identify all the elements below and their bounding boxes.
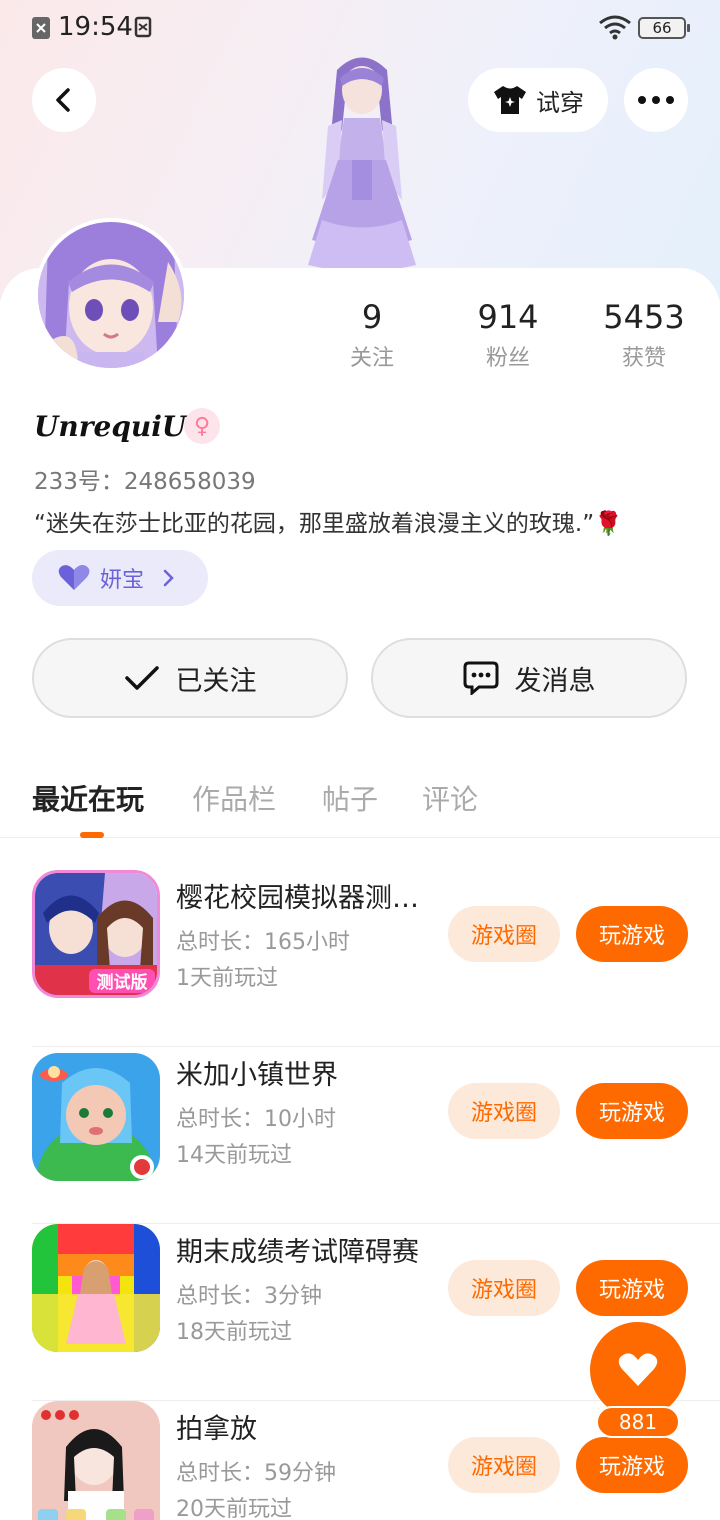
game-icon-image [32,1224,160,1352]
game-title: 期末成绩考试障碍赛 [176,1237,419,1268]
likes-count: 5453 [603,298,685,336]
notification-icon [32,17,50,39]
try-on-button[interactable]: 试穿 [468,68,608,132]
stat-following[interactable]: 9 关注 [307,298,437,372]
following-button[interactable]: 已关注 [32,638,348,718]
game-title: 米加小镇世界 [176,1060,338,1091]
profile-tabs: 最近在玩 作品栏 帖子 评论 [0,770,720,838]
game-circle-button[interactable]: 游戏圈 [448,1437,560,1493]
list-item[interactable]: 米加小镇世界 总时长：10小时 14天前玩过 游戏圈 玩游戏 [0,1047,720,1224]
likes-label: 获赞 [621,346,666,371]
avatar[interactable] [34,218,188,372]
chevron-right-icon [163,569,174,587]
game-last-played: 20天前玩过 [176,1497,292,1520]
tab-comments[interactable]: 评论 [422,778,478,818]
tab-indicator [80,832,104,838]
wifi-icon [599,15,631,40]
message-button-label: 发消息 [514,665,596,697]
user-id: 233号：248658039 [34,469,256,495]
game-duration: 总时长：59分钟 [176,1461,336,1486]
fans-count: 914 [477,298,539,336]
pet-label: 妍宝 [100,568,145,593]
game-duration: 总时长：165小时 [176,930,350,955]
play-game-button[interactable]: 玩游戏 [576,1260,688,1316]
game-icon-image [32,1401,160,1520]
chevron-left-icon [56,88,70,112]
game-last-played: 18天前玩过 [176,1320,292,1345]
like-count: 881 [596,1406,680,1438]
game-duration: 总时长：10小时 [176,1107,336,1132]
tab-works[interactable]: 作品栏 [192,778,276,818]
check-icon [124,666,159,690]
game-circle-button[interactable]: 游戏圈 [448,1083,560,1139]
game-icon-sakura[interactable]: 测试版 [32,870,160,998]
stat-likes[interactable]: 5453 获赞 [579,298,709,372]
status-bar: 19:54 66 [0,0,720,56]
heart-icon [618,1353,658,1386]
stat-fans[interactable]: 914 粉丝 [443,298,573,372]
pet-chip[interactable]: 妍宝 [32,550,208,606]
status-time: 19:54 [58,12,133,42]
game-duration: 总时长：3分钟 [176,1284,322,1309]
game-icon-image [32,1053,160,1181]
game-title: 樱花校园模拟器测试版 [176,883,432,914]
tab-posts[interactable]: 帖子 [322,778,378,818]
play-game-button[interactable]: 玩游戏 [576,1083,688,1139]
game-circle-button[interactable]: 游戏圈 [448,1260,560,1316]
play-game-button[interactable]: 玩游戏 [576,906,688,962]
tab-recently-played[interactable]: 最近在玩 [32,778,144,818]
following-count: 9 [361,298,383,336]
sim-icon [134,16,152,38]
game-circle-button[interactable]: 游戏圈 [448,906,560,962]
fans-label: 粉丝 [485,346,530,371]
list-item[interactable]: 测试版 樱花校园模拟器测试版 总时长：165小时 1天前玩过 游戏圈 玩游戏 [0,870,720,1047]
battery-icon: 66 [638,17,690,39]
game-icon-pai-na-fang[interactable] [32,1401,160,1520]
heart-icon [58,565,90,590]
try-on-label: 试穿 [536,88,584,117]
game-icon-exam-obstacle[interactable] [32,1224,160,1352]
game-icon-miga-town[interactable] [32,1053,160,1181]
back-button[interactable] [32,68,96,132]
game-title: 拍拿放 [176,1414,257,1445]
following-label: 关注 [349,346,394,371]
female-gender-icon: ♀ [184,408,220,444]
tshirt-icon [494,86,526,114]
following-button-label: 已关注 [175,665,257,697]
play-game-button[interactable]: 玩游戏 [576,1437,688,1493]
chat-bubble-icon [463,661,498,695]
game-last-played: 14天前玩过 [176,1143,292,1168]
avatar-image [38,222,184,368]
game-icon-image: 测试版 [35,873,157,995]
message-button[interactable]: 发消息 [371,638,687,718]
more-button[interactable] [624,68,688,132]
avatar-figure-illustration [308,57,416,272]
username: UnrequiU [34,410,187,443]
bio: “迷失在莎士比亚的花园，那里盛放着浪漫主义的玫瑰.”🌹 [34,511,623,537]
game-last-played: 1天前玩过 [176,966,278,991]
game-icon-badge-text: 测试版 [97,972,148,993]
more-dots-icon [638,96,674,104]
like-button[interactable] [590,1322,686,1418]
